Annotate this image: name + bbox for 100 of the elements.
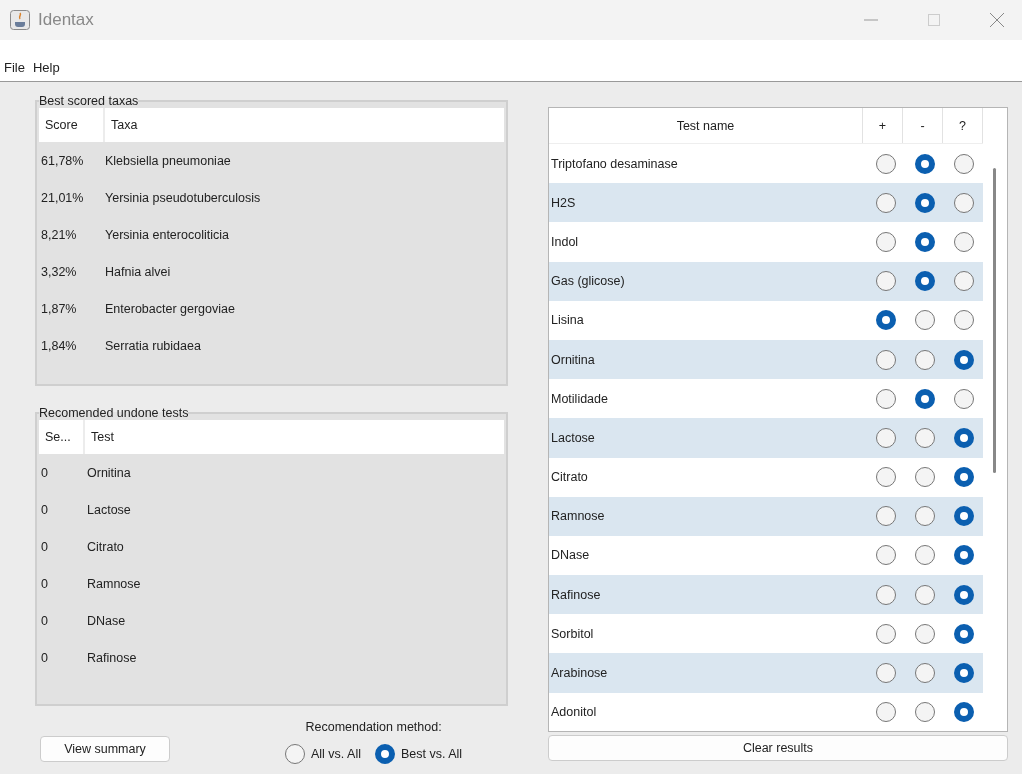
radio-button[interactable]: [875, 271, 896, 292]
table-cell-text: 0: [40, 539, 49, 554]
radio-button[interactable]: [875, 584, 896, 605]
table-cell: Hafnia alvei: [105, 264, 171, 279]
radio-button[interactable]: [875, 623, 896, 644]
scrollbar-thumb[interactable]: [993, 168, 996, 473]
radio-button[interactable]: [875, 702, 896, 723]
radio-button[interactable]: [953, 663, 974, 684]
table-cell: DNase: [87, 613, 126, 628]
radio-button[interactable]: [875, 153, 896, 174]
table-cell-text: 3,32%: [40, 264, 78, 279]
radio-button[interactable]: [953, 467, 974, 488]
radio-button[interactable]: [914, 427, 935, 448]
table-cell: Rafinose: [87, 650, 137, 665]
radio-button[interactable]: [953, 349, 974, 370]
column-header[interactable]: Score: [39, 108, 105, 142]
column-header[interactable]: ?: [943, 108, 983, 143]
app-icon: [10, 10, 30, 30]
column-header[interactable]: Taxa: [105, 108, 144, 142]
table-cell-text: 0: [40, 613, 49, 628]
column-header[interactable]: Test name: [549, 108, 863, 143]
column-header[interactable]: +: [863, 108, 903, 143]
table-cell-text: Sorbitol: [550, 626, 595, 641]
radio-button[interactable]: [914, 623, 935, 644]
radio-button[interactable]: [914, 231, 935, 252]
clear-results-button[interactable]: Clear results: [548, 735, 1008, 761]
radio-button[interactable]: [914, 702, 935, 723]
group-title: Recomended undone tests: [39, 406, 189, 420]
table-cell-text: Lisina: [550, 313, 585, 328]
radio-button[interactable]: [953, 584, 974, 605]
radio-button[interactable]: [953, 545, 974, 566]
radio-button[interactable]: [914, 153, 935, 174]
radio-button[interactable]: [875, 663, 896, 684]
radio-button[interactable]: [953, 702, 974, 723]
column-header[interactable]: -: [903, 108, 943, 143]
radio-button[interactable]: [875, 192, 896, 213]
table-cell-text: Indol: [550, 234, 580, 249]
radio-button[interactable]: [875, 467, 896, 488]
table-cell: Lactose: [87, 502, 131, 517]
radio-button[interactable]: [875, 388, 896, 409]
table-cell: Ornitina: [87, 465, 131, 480]
radio-button[interactable]: [875, 349, 896, 370]
radio-button[interactable]: [914, 310, 935, 331]
radio-button[interactable]: [375, 744, 395, 764]
menu-item[interactable]: File: [4, 60, 25, 75]
radio-button[interactable]: [875, 310, 896, 331]
table-cell-text: 21,01%: [40, 190, 85, 205]
table-cell-text: 1,87%: [40, 301, 78, 316]
table-cell: Citrato: [87, 539, 124, 554]
radio-label[interactable]: Best vs. All: [401, 747, 463, 761]
radio-button[interactable]: [953, 506, 974, 527]
radio-button[interactable]: [914, 388, 935, 409]
radio-button[interactable]: [875, 231, 896, 252]
table-cell-text: DNase: [550, 548, 591, 563]
radio-button[interactable]: [875, 545, 896, 566]
table-cell-text: H2S: [550, 195, 577, 210]
radio-button[interactable]: [953, 623, 974, 644]
table-cell-text: Adonitol: [550, 705, 598, 720]
table-cell: Klebsiella pneumoniae: [105, 153, 231, 168]
table-cell-text: Citrato: [550, 470, 589, 485]
radio-button[interactable]: [953, 427, 974, 448]
menu-item[interactable]: Help: [32, 60, 60, 75]
radio-button[interactable]: [953, 192, 974, 213]
radio-button[interactable]: [914, 271, 935, 292]
table-cell-text: Lactose: [550, 430, 596, 445]
radio-button[interactable]: [953, 310, 974, 331]
radio-button[interactable]: [953, 271, 974, 292]
radio-button[interactable]: [953, 388, 974, 409]
table-cell-text: 61,78%: [40, 153, 85, 168]
table-cell-text: Arabinose: [550, 666, 609, 681]
table-cell-text: Motilidade: [550, 391, 609, 406]
radio-button[interactable]: [914, 545, 935, 566]
table-cell-text: 0: [40, 576, 49, 591]
radio-label[interactable]: All vs. All: [311, 747, 361, 761]
radio-button[interactable]: [914, 467, 935, 488]
table-cell-text: 0: [40, 465, 49, 480]
table-cell-text: 1,84%: [40, 338, 78, 353]
view-summary-button[interactable]: View summary: [40, 736, 170, 762]
table-cell: Enterobacter gergoviae: [105, 301, 235, 316]
radio-button[interactable]: [914, 349, 935, 370]
group-title: Best scored taxas: [39, 94, 139, 108]
close-icon[interactable]: [990, 13, 1004, 27]
radio-button[interactable]: [914, 663, 935, 684]
radio-button[interactable]: [875, 506, 896, 527]
radio-button[interactable]: [914, 192, 935, 213]
table-cell-text: Triptofano desaminase: [550, 156, 679, 171]
table-cell-text: 8,21%: [40, 227, 78, 242]
radio-button[interactable]: [285, 744, 305, 764]
table-cell: Yersinia enterocoliticia: [105, 227, 229, 242]
window-title: Identax: [38, 10, 94, 30]
radio-button[interactable]: [914, 584, 935, 605]
table-cell-text: 0: [40, 650, 49, 665]
table-cell-text: Ramnose: [550, 509, 606, 524]
table-cell-text: Gas (glicose): [550, 274, 626, 289]
column-header[interactable]: Se...: [39, 420, 85, 454]
radio-button[interactable]: [875, 427, 896, 448]
radio-button[interactable]: [914, 506, 935, 527]
radio-button[interactable]: [953, 153, 974, 174]
radio-button[interactable]: [953, 231, 974, 252]
column-header[interactable]: Test: [85, 420, 120, 454]
